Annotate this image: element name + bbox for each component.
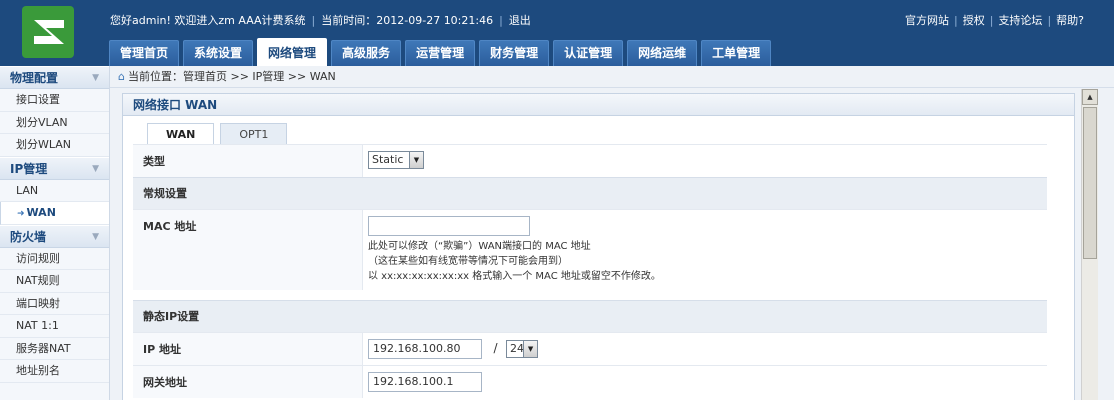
mac-address-input[interactable] xyxy=(368,216,530,236)
subnet-mask-value: 24 xyxy=(510,342,525,355)
ip-row: IP 地址 192.168.100.80 / 24 ▼ xyxy=(133,332,1047,365)
breadcrumb-text: 当前位置：管理首页 >> IP管理 >> WAN xyxy=(127,70,336,83)
sidebar-item-server-nat[interactable]: 服务器NAT xyxy=(0,338,109,360)
mac-row: MAC 地址 此处可以修改（“欺骗”）WAN端接口的 MAC 地址 （这在某些如… xyxy=(133,209,1047,290)
logo xyxy=(0,0,110,66)
slash-separator: / xyxy=(493,341,498,355)
tab-wan[interactable]: WAN xyxy=(147,123,215,145)
sidebar-item-label: WAN xyxy=(26,206,56,219)
license-link[interactable]: 授权 xyxy=(963,14,985,27)
official-site-link[interactable]: 官方网站 xyxy=(905,14,949,27)
sidebar-group-physical[interactable]: 物理配置 ▼ xyxy=(0,66,109,89)
nav-tab-operations[interactable]: 运营管理 xyxy=(405,40,476,66)
type-label: 类型 xyxy=(133,145,363,177)
sidebar-group-label: 物理配置 xyxy=(10,71,59,85)
nav-tab-authentication[interactable]: 认证管理 xyxy=(553,40,624,66)
tab-opt1[interactable]: OPT1 xyxy=(220,123,288,144)
sidebar-item-lan[interactable]: LAN xyxy=(0,180,109,202)
support-forum-link[interactable]: 支持论坛 xyxy=(998,14,1042,27)
sidebar-item-interface-settings[interactable]: 接口设置 xyxy=(0,89,109,112)
sidebar-group-firewall[interactable]: 防火墙 ▼ xyxy=(0,224,109,248)
top-info: 您好admin! 欢迎进入zm AAA计费系统 | 当前时间：2012-09-27 … xyxy=(110,14,531,27)
mac-label: MAC 地址 xyxy=(133,210,363,290)
sidebar-group-label: IP管理 xyxy=(10,161,48,176)
app-header: 您好admin! 欢迎进入zm AAA计费系统 | 当前时间：2012-09-27 … xyxy=(0,0,1114,66)
type-select-value: Static xyxy=(372,153,404,166)
nav-tab-finance[interactable]: 财务管理 xyxy=(479,40,550,66)
static-ip-header: 静态IP设置 xyxy=(133,300,1047,332)
collapse-icon: ▼ xyxy=(92,231,99,242)
dropdown-arrow-icon: ▼ xyxy=(409,152,423,168)
sidebar-item-wan[interactable]: ➜ WAN xyxy=(0,202,109,225)
nav-tab-system-settings[interactable]: 系统设置 xyxy=(183,40,254,66)
sidebar-item-vlan[interactable]: 划分VLAN xyxy=(0,112,109,134)
gateway-input[interactable]: 192.168.100.1 xyxy=(368,372,482,392)
type-select[interactable]: Static ▼ xyxy=(368,151,424,169)
wan-panel: 网络接口 WAN WAN OPT1 类型 Static ▼ 常规设置 MAC 地… xyxy=(122,93,1075,400)
nav-tab-network[interactable]: 网络管理 xyxy=(257,38,328,66)
ip-label: IP 地址 xyxy=(133,333,363,365)
sidebar-item-wlan[interactable]: 划分WLAN xyxy=(0,134,109,157)
help-link[interactable]: 帮助? xyxy=(1056,14,1084,27)
logout-link[interactable]: 退出 xyxy=(509,14,531,27)
scroll-up-icon[interactable]: ▲ xyxy=(1082,89,1098,105)
collapse-icon: ▼ xyxy=(92,163,99,174)
top-links: 官方网站 | 授权 | 支持论坛 | 帮助? xyxy=(905,14,1084,27)
general-settings-header: 常规设置 xyxy=(133,177,1047,209)
sidebar-item-access-rules[interactable]: 访问规则 xyxy=(0,248,109,270)
mac-help-line: （这在某些如有线宽带等情况下可能会用到） xyxy=(368,256,568,267)
nav-tab-advanced-services[interactable]: 高级服务 xyxy=(331,40,402,66)
sidebar: 物理配置 ▼ 接口设置 划分VLAN 划分WLAN IP管理 ▼ LAN ➜ WAN … xyxy=(0,66,110,400)
mac-help-line: 以 xx:xx:xx:xx:xx:xx 格式输入一个 MAC 地址或留空不作修改… xyxy=(368,271,661,282)
sidebar-item-nat-1to1[interactable]: NAT 1:1 xyxy=(0,315,109,338)
home-icon[interactable]: ⌂ xyxy=(118,70,125,83)
gateway-row: 网关地址 192.168.100.1 xyxy=(133,365,1047,398)
ip-address-input[interactable]: 192.168.100.80 xyxy=(368,339,482,359)
wan-form: 类型 Static ▼ 常规设置 MAC 地址 此处可以修改（“欺骗”）WAN端… xyxy=(133,144,1047,398)
nav-tab-home[interactable]: 管理首页 xyxy=(109,40,180,66)
welcome-text: 您好admin! 欢迎进入zm AAA计费系统 xyxy=(110,14,306,27)
mac-help-text: 此处可以修改（“欺骗”）WAN端接口的 MAC 地址 （这在某些如有线宽带等情况… xyxy=(368,239,1042,284)
nav-tab-tickets[interactable]: 工单管理 xyxy=(701,40,772,66)
sidebar-group-ip[interactable]: IP管理 ▼ xyxy=(0,156,109,180)
subnet-mask-select[interactable]: 24 ▼ xyxy=(506,340,539,358)
gateway-label: 网关地址 xyxy=(133,366,363,398)
collapse-icon: ▼ xyxy=(92,73,99,83)
sidebar-item-port-forward[interactable]: 端口映射 xyxy=(0,293,109,315)
panel-title: 网络接口 WAN xyxy=(123,94,1074,116)
interface-tabs: WAN OPT1 xyxy=(147,123,293,145)
current-time: 当前时间：2012-09-27 10:21:46 xyxy=(321,14,494,27)
sidebar-group-label: 防火墙 xyxy=(10,229,47,244)
vertical-scrollbar[interactable]: ▲ xyxy=(1081,89,1098,400)
sidebar-item-address-alias[interactable]: 地址别名 xyxy=(0,360,109,383)
scrollbar-thumb[interactable] xyxy=(1083,107,1097,259)
main-nav: 管理首页 系统设置 网络管理 高级服务 运营管理 财务管理 认证管理 网络运维 … xyxy=(109,38,775,66)
type-row: 类型 Static ▼ xyxy=(133,144,1047,177)
arrow-right-icon: ➜ xyxy=(17,209,25,219)
mac-help-line: 此处可以修改（“欺骗”）WAN端接口的 MAC 地址 xyxy=(368,241,591,252)
breadcrumb: ⌂ 当前位置：管理首页 >> IP管理 >> WAN xyxy=(110,66,1114,88)
sidebar-item-nat-rules[interactable]: NAT规则 xyxy=(0,270,109,293)
nav-tab-maintenance[interactable]: 网络运维 xyxy=(627,40,698,66)
dropdown-arrow-icon: ▼ xyxy=(523,341,538,357)
